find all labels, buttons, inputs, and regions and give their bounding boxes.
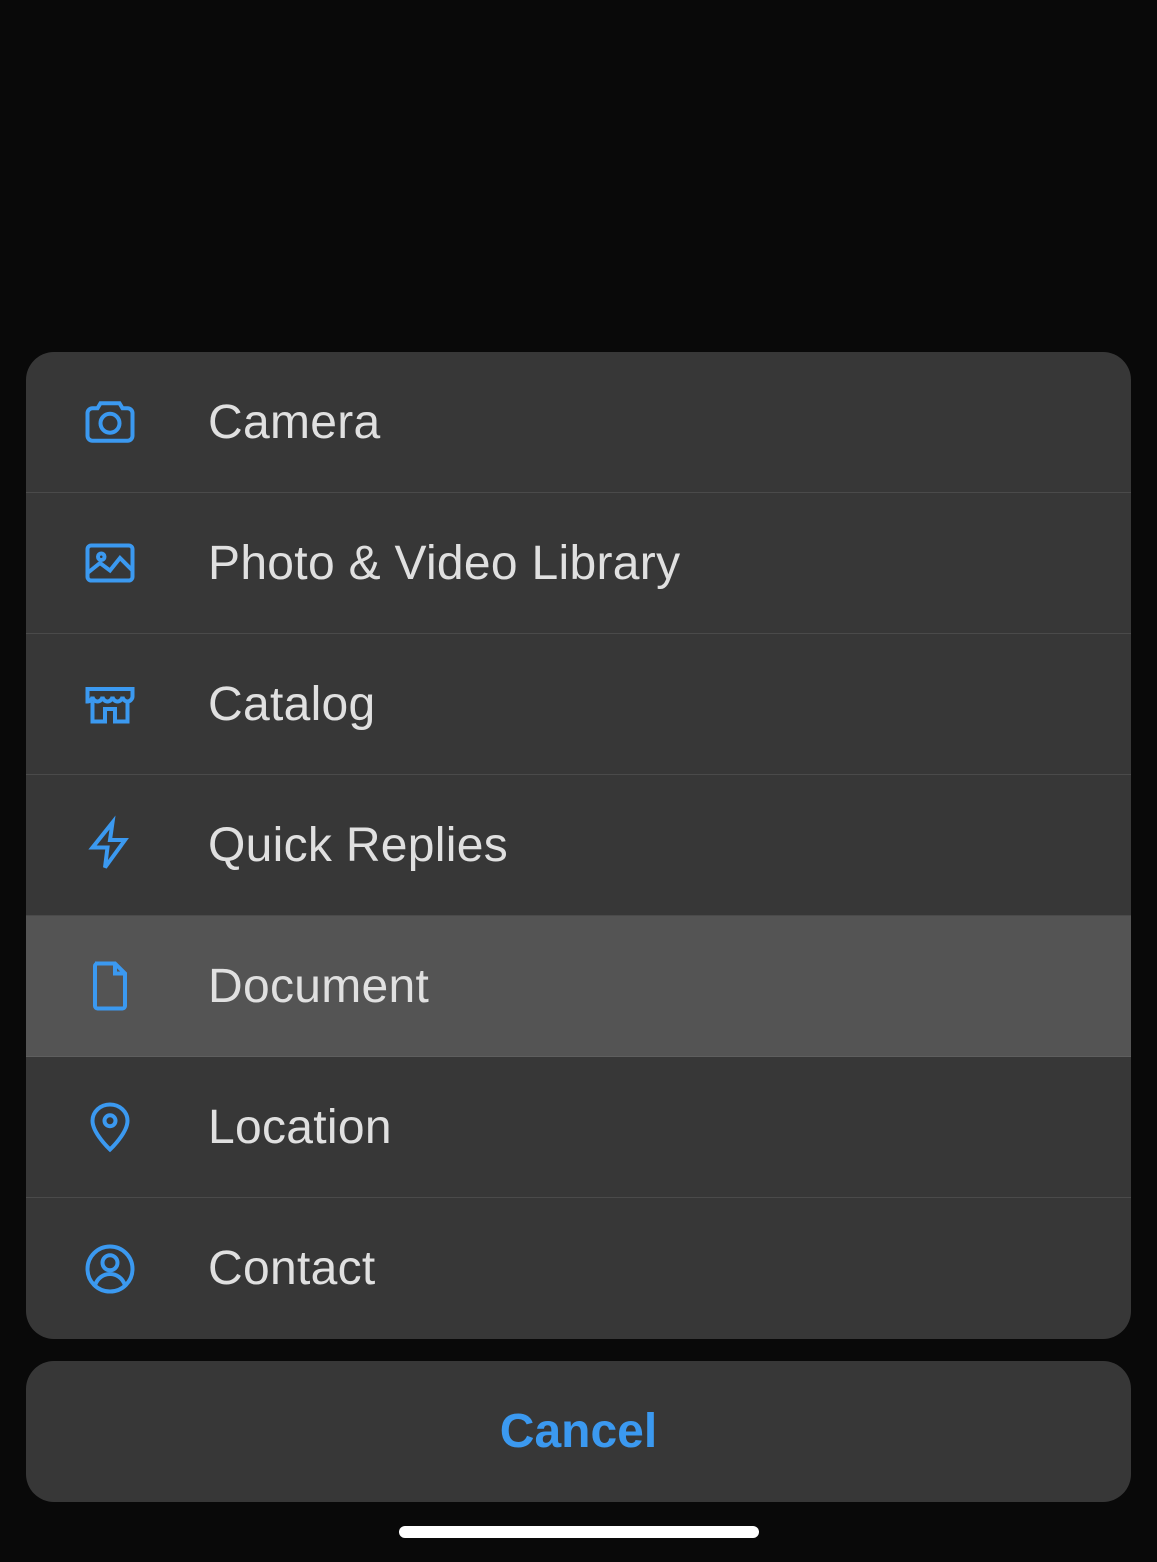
menu-label: Photo & Video Library (208, 536, 680, 591)
menu-label: Location (208, 1100, 392, 1155)
storefront-icon (76, 670, 144, 738)
menu-item-photo-video[interactable]: Photo & Video Library (26, 493, 1131, 634)
lightning-icon (76, 811, 144, 879)
menu-item-camera[interactable]: Camera (26, 352, 1131, 493)
attachment-menu: Camera Photo & Video Library Catalog (26, 352, 1131, 1339)
photo-icon (76, 529, 144, 597)
menu-item-quick-replies[interactable]: Quick Replies (26, 775, 1131, 916)
menu-item-catalog[interactable]: Catalog (26, 634, 1131, 775)
menu-label: Camera (208, 395, 381, 450)
action-sheet-container: Camera Photo & Video Library Catalog (0, 326, 1157, 1562)
menu-item-location[interactable]: Location (26, 1057, 1131, 1198)
menu-label: Quick Replies (208, 818, 508, 873)
menu-label: Document (208, 959, 429, 1014)
location-pin-icon (76, 1093, 144, 1161)
cancel-label: Cancel (500, 1404, 657, 1459)
camera-icon (76, 388, 144, 456)
document-icon (76, 952, 144, 1020)
menu-item-document[interactable]: Document (26, 916, 1131, 1057)
menu-item-contact[interactable]: Contact (26, 1198, 1131, 1339)
home-indicator[interactable] (399, 1526, 759, 1538)
contact-icon (76, 1235, 144, 1303)
menu-label: Contact (208, 1241, 376, 1296)
cancel-button[interactable]: Cancel (26, 1361, 1131, 1502)
menu-label: Catalog (208, 677, 376, 732)
